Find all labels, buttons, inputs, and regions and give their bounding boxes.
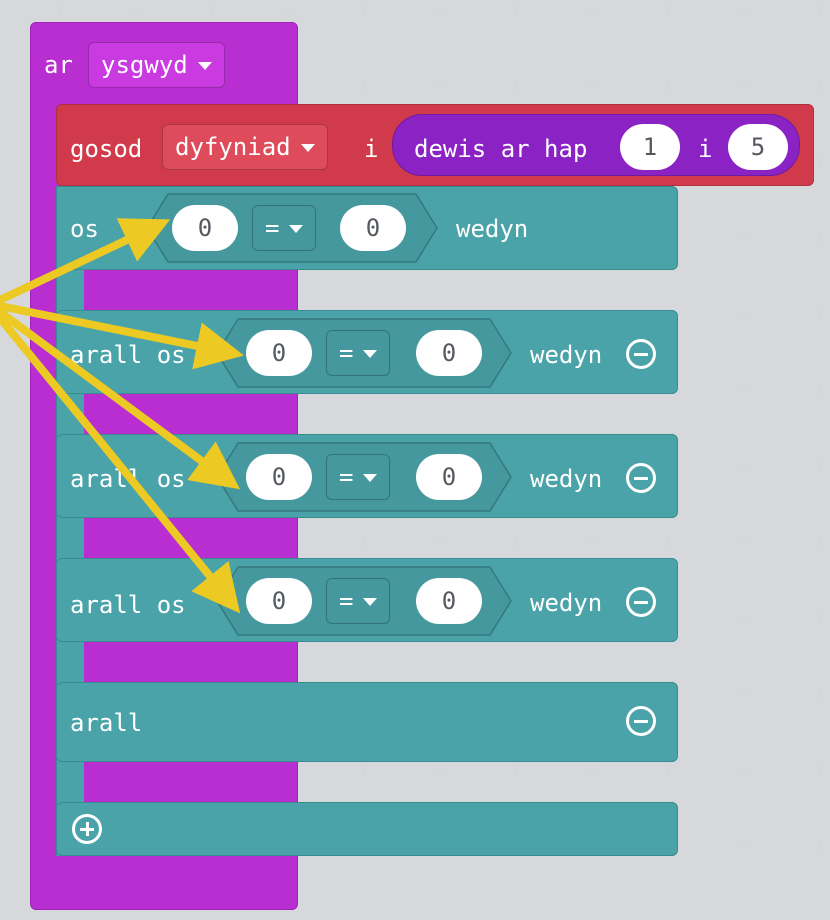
grid-cross bbox=[510, 536, 522, 548]
grid-cross bbox=[738, 460, 750, 472]
grid-cross bbox=[738, 4, 750, 16]
caret-down-icon bbox=[300, 144, 315, 152]
grid-cross bbox=[358, 764, 370, 776]
grid-cross bbox=[738, 840, 750, 852]
variable-dropdown[interactable]: dyfyniad bbox=[162, 124, 328, 170]
condition-3-operator: = bbox=[339, 463, 354, 491]
set-to-label: i bbox=[364, 135, 379, 163]
minus-circle-icon[interactable] bbox=[626, 463, 656, 493]
caret-down-icon bbox=[363, 474, 378, 482]
grid-cross bbox=[54, 4, 66, 16]
gesture-dropdown-value: ysgwyd bbox=[101, 51, 188, 79]
grid-cross bbox=[814, 80, 826, 92]
grid-cross bbox=[358, 4, 370, 16]
else-label: arall bbox=[70, 709, 143, 737]
grid-cross bbox=[814, 840, 826, 852]
grid-cross bbox=[586, 536, 598, 548]
grid-cross bbox=[738, 536, 750, 548]
then-label-4: wedyn bbox=[530, 589, 603, 617]
grid-cross bbox=[738, 764, 750, 776]
caret-down-icon bbox=[363, 598, 378, 606]
else-if-label-3: arall os bbox=[70, 591, 186, 619]
random-from-input[interactable]: 1 bbox=[620, 124, 680, 170]
caret-down-icon bbox=[363, 350, 378, 358]
grid-cross bbox=[130, 4, 142, 16]
grid-cross bbox=[738, 384, 750, 396]
grid-cross bbox=[814, 688, 826, 700]
else-if-label-2: arall os bbox=[70, 465, 186, 493]
grid-cross bbox=[510, 80, 522, 92]
then-label-2: wedyn bbox=[530, 341, 603, 369]
grid-cross bbox=[662, 536, 674, 548]
grid-cross bbox=[434, 536, 446, 548]
condition-4-operator: = bbox=[339, 587, 354, 615]
grid-cross bbox=[662, 764, 674, 776]
grid-cross bbox=[814, 4, 826, 16]
condition-2-left-input[interactable]: 0 bbox=[246, 330, 312, 376]
condition-1-right-input[interactable]: 0 bbox=[340, 205, 406, 251]
grid-cross bbox=[738, 688, 750, 700]
minus-circle-icon[interactable] bbox=[626, 587, 656, 617]
random-to-label: i bbox=[698, 135, 713, 163]
condition-1-left-input[interactable]: 0 bbox=[172, 205, 238, 251]
condition-2-right-input[interactable]: 0 bbox=[416, 330, 482, 376]
condition-4-right-input[interactable]: 0 bbox=[416, 578, 482, 624]
then-label-1: wedyn bbox=[456, 215, 529, 243]
grid-cross bbox=[586, 4, 598, 16]
grid-cross bbox=[738, 308, 750, 320]
grid-cross bbox=[814, 460, 826, 472]
grid-cross bbox=[510, 4, 522, 16]
grid-cross bbox=[662, 80, 674, 92]
grid-cross bbox=[358, 80, 370, 92]
grid-cross bbox=[586, 80, 598, 92]
grid-cross bbox=[434, 764, 446, 776]
condition-2-operator-dropdown[interactable]: = bbox=[326, 330, 391, 376]
grid-cross bbox=[814, 764, 826, 776]
minus-circle-icon[interactable] bbox=[626, 706, 656, 736]
caret-down-icon bbox=[289, 225, 304, 233]
grid-cross bbox=[434, 80, 446, 92]
grid-cross bbox=[358, 536, 370, 548]
event-keyword: ar bbox=[44, 51, 73, 79]
condition-3-left-input[interactable]: 0 bbox=[246, 454, 312, 500]
then-label-3: wedyn bbox=[530, 465, 603, 493]
grid-cross bbox=[814, 384, 826, 396]
grid-cross bbox=[738, 232, 750, 244]
else-if-label-1: arall os bbox=[70, 341, 186, 369]
pick-random-label: dewis ar hap bbox=[414, 135, 588, 163]
condition-4-left-input[interactable]: 0 bbox=[246, 578, 312, 624]
grid-cross bbox=[814, 612, 826, 624]
grid-cross bbox=[814, 308, 826, 320]
grid-cross bbox=[814, 232, 826, 244]
condition-2-operator: = bbox=[339, 339, 354, 367]
caret-down-icon bbox=[197, 62, 212, 70]
condition-1-operator: = bbox=[265, 214, 280, 242]
grid-cross bbox=[586, 764, 598, 776]
grid-cross bbox=[206, 4, 218, 16]
grid-cross bbox=[738, 612, 750, 624]
variable-dropdown-value: dyfyniad bbox=[175, 133, 291, 161]
if-block-footer[interactable] bbox=[56, 802, 678, 856]
condition-3-operator-dropdown[interactable]: = bbox=[326, 454, 391, 500]
else-row[interactable] bbox=[56, 682, 678, 762]
minus-circle-icon[interactable] bbox=[626, 339, 656, 369]
condition-1-operator-dropdown[interactable]: = bbox=[252, 205, 317, 251]
grid-cross bbox=[814, 536, 826, 548]
gesture-dropdown[interactable]: ysgwyd bbox=[88, 42, 225, 88]
grid-cross bbox=[814, 156, 826, 168]
if-label: os bbox=[70, 215, 99, 243]
random-to-input[interactable]: 5 bbox=[728, 124, 788, 170]
blocks-workspace[interactable]: ar ysgwyd gosod dyfyniad i dewis ar hap … bbox=[0, 0, 830, 920]
set-keyword: gosod bbox=[70, 135, 143, 163]
grid-cross bbox=[434, 4, 446, 16]
grid-cross bbox=[510, 764, 522, 776]
grid-cross bbox=[738, 80, 750, 92]
grid-cross bbox=[662, 4, 674, 16]
condition-4-operator-dropdown[interactable]: = bbox=[326, 578, 391, 624]
grid-cross bbox=[282, 4, 294, 16]
plus-circle-icon[interactable] bbox=[72, 814, 102, 844]
condition-3-right-input[interactable]: 0 bbox=[416, 454, 482, 500]
